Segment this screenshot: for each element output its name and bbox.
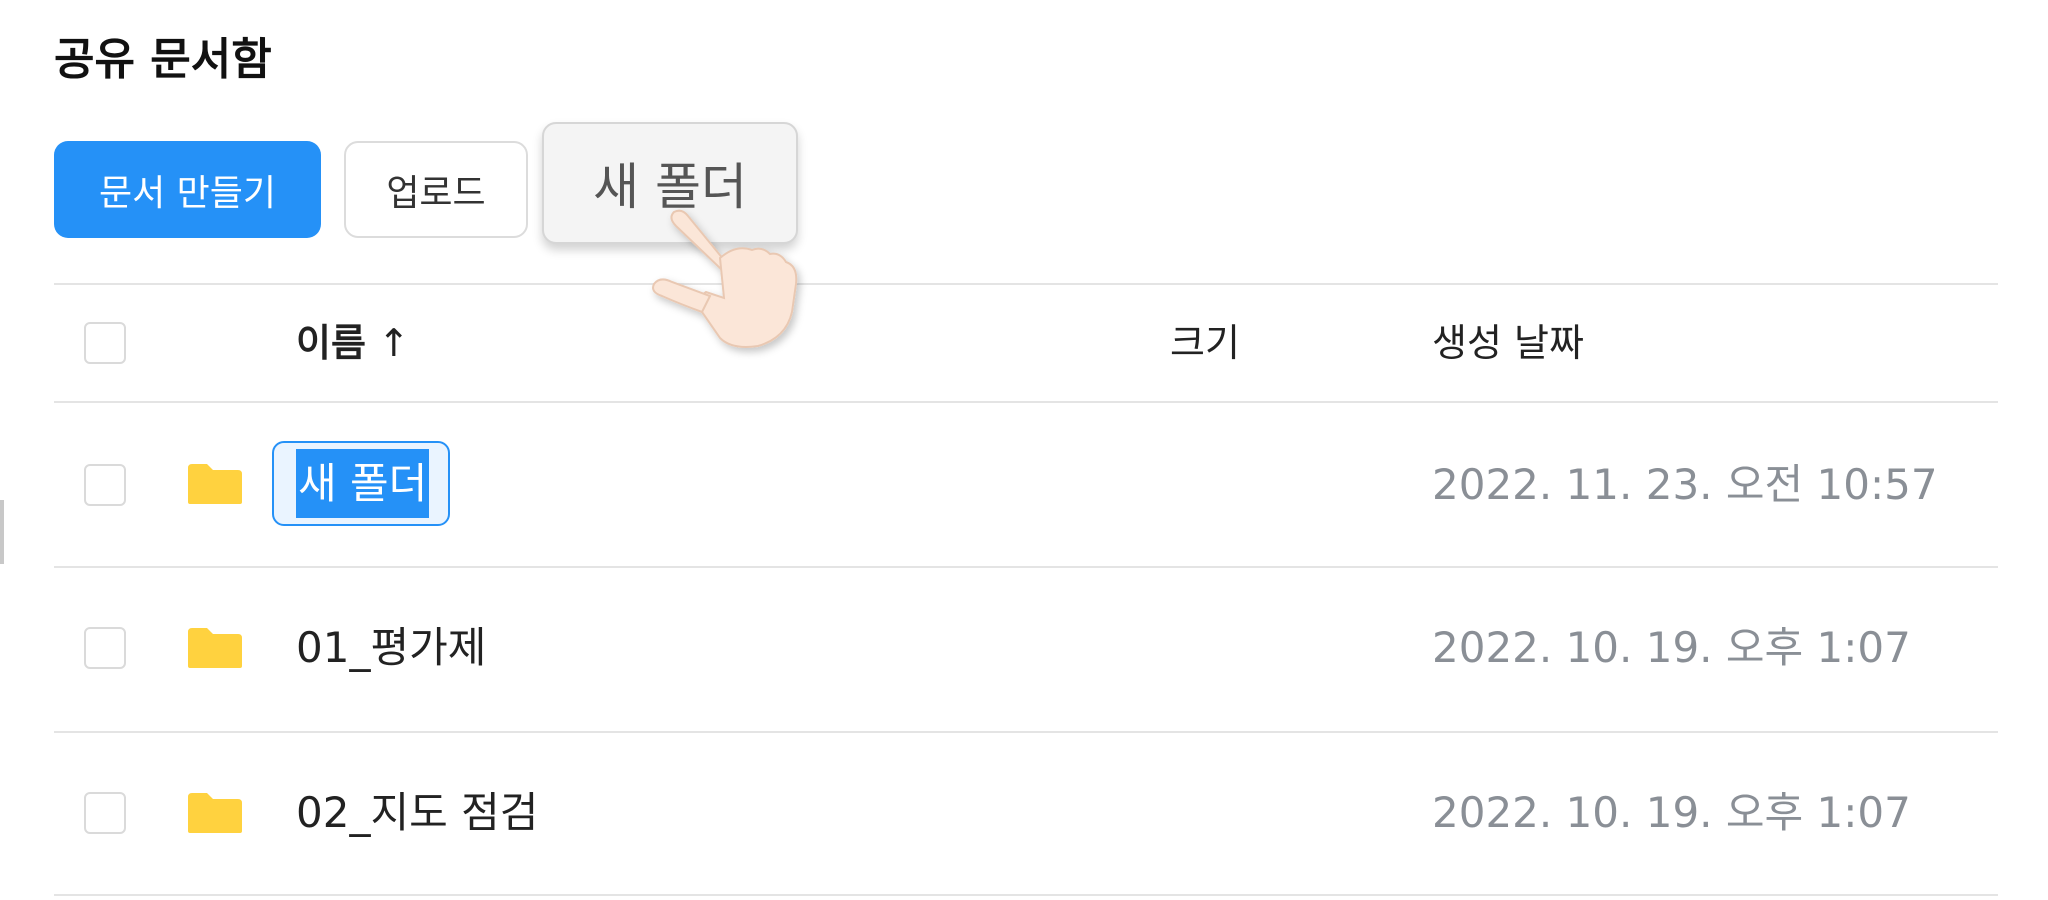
row-divider: [54, 731, 1998, 733]
row-created-date: 2022. 10. 19. 오후 1:07: [1432, 623, 1911, 672]
row-checkbox[interactable]: [84, 792, 126, 834]
column-header-name-label: 이름: [296, 321, 366, 365]
folder-icon: [188, 464, 242, 504]
row-divider: [54, 566, 1998, 568]
row-created-date: 2022. 11. 23. 오전 10:57: [1432, 460, 1938, 509]
row-divider: [54, 894, 1998, 896]
column-header-size[interactable]: 크기: [1170, 316, 1240, 370]
column-header-created[interactable]: 생성 날짜: [1432, 316, 1584, 370]
upload-button[interactable]: 업로드: [344, 141, 528, 238]
row-created-date: 2022. 10. 19. 오후 1:07: [1432, 788, 1911, 837]
row-name[interactable]: 01_평가제: [296, 618, 486, 678]
select-all-checkbox[interactable]: [84, 322, 126, 364]
table-header-divider: [54, 401, 1998, 403]
row-name[interactable]: 02_지도 점검: [296, 783, 538, 843]
folder-icon: [188, 628, 242, 668]
page-title: 공유 문서함: [54, 34, 272, 85]
hand-pointer-icon: [652, 209, 798, 348]
left-edge-scroll-mark: [0, 500, 4, 564]
create-document-button[interactable]: 문서 만들기: [54, 141, 321, 238]
rename-field[interactable]: 새 폴더: [272, 441, 450, 526]
rename-field-selected-text: 새 폴더: [296, 449, 430, 518]
row-checkbox[interactable]: [84, 464, 126, 506]
sort-ascending-icon: ↑: [377, 321, 410, 365]
column-header-name[interactable]: 이름 ↑: [296, 316, 410, 370]
folder-icon: [188, 793, 242, 833]
table-top-divider: [54, 283, 1998, 285]
row-checkbox[interactable]: [84, 627, 126, 669]
